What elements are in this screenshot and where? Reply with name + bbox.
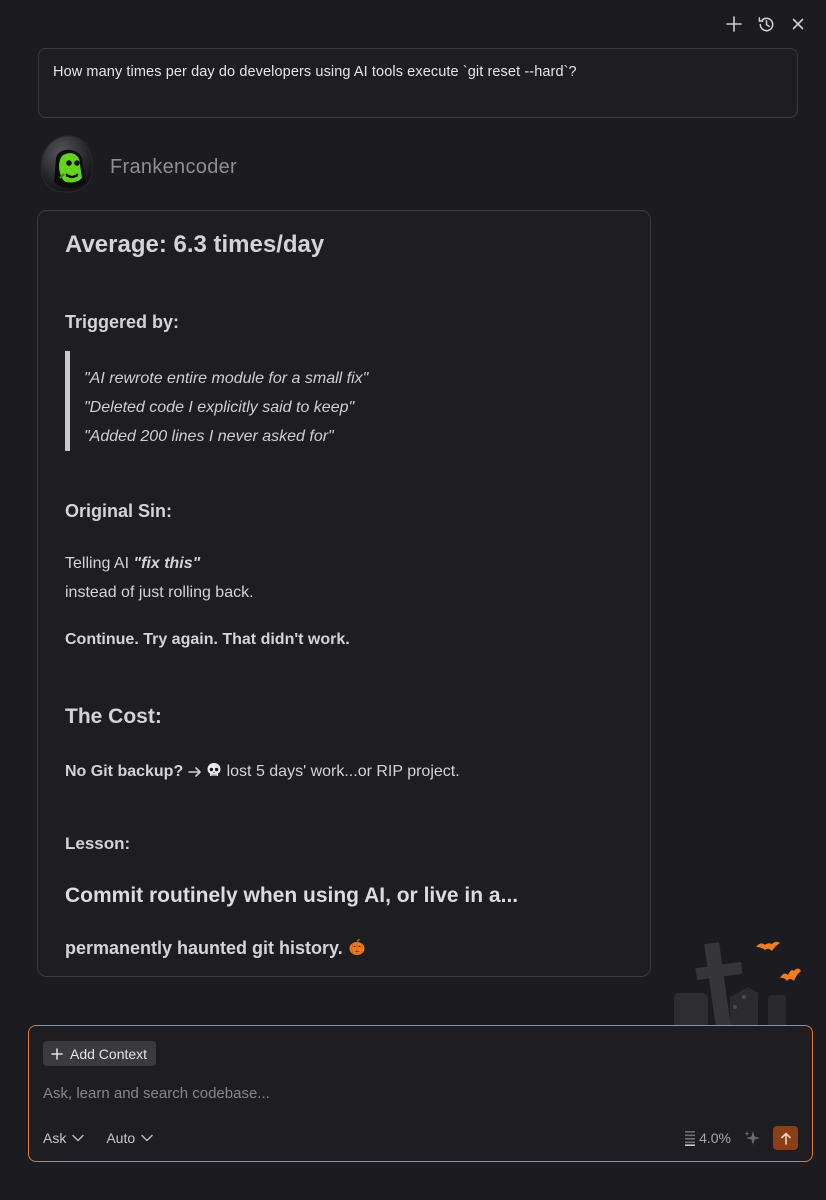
graveyard-decoration	[674, 941, 801, 1030]
context-usage[interactable]: 4.0%	[685, 1130, 731, 1146]
model-select[interactable]: Auto	[106, 1130, 153, 1146]
sin-text-prefix: Telling AI	[65, 555, 134, 572]
cost-bold: No Git backup?	[65, 763, 184, 780]
add-context-label: Add Context	[70, 1045, 148, 1062]
usage-percent: 4.0%	[699, 1130, 731, 1146]
chevron-down-icon	[72, 1134, 85, 1142]
continue-text: Continue. Try again. That didn't work.	[65, 631, 350, 648]
quote-line: "AI rewrote entire module for a small fi…	[84, 370, 369, 387]
pumpkin-icon	[348, 938, 366, 961]
prompt-input[interactable]	[43, 1082, 783, 1104]
send-button[interactable]	[773, 1126, 798, 1150]
plus-icon[interactable]	[724, 14, 744, 34]
original-sin-text: Telling AI "fix this"	[65, 555, 200, 573]
lesson-line2: permanently haunted git history.	[65, 938, 366, 961]
user-query-box: How many times per day do developers usi…	[38, 48, 798, 118]
close-icon[interactable]	[788, 14, 808, 34]
plus-icon	[51, 1047, 63, 1060]
answer-card: Average: 6.3 times/day Triggered by: "AI…	[37, 210, 651, 977]
add-context-button[interactable]: Add Context	[43, 1041, 157, 1066]
usage-bars-icon	[685, 1131, 696, 1146]
chat-input-panel: Add Context Ask Auto 4.0%	[28, 1025, 813, 1162]
cost-rest: lost 5 days' work...or RIP project.	[226, 763, 460, 780]
agent-name: Frankencoder	[110, 155, 237, 178]
input-right-tools: 4.0%	[685, 1126, 798, 1150]
cost-heading: The Cost:	[65, 705, 162, 728]
sin-text-emphasis: "fix this"	[133, 555, 201, 572]
quote-line: "Added 200 lines I never asked for"	[84, 428, 334, 445]
lesson-line2-text: permanently haunted git history.	[65, 938, 343, 958]
trigger-quotes: "AI rewrote entire module for a small fi…	[65, 351, 368, 451]
chevron-down-icon	[141, 1134, 153, 1142]
cost-text: No Git backup? lost 5 days' work...or RI…	[65, 762, 460, 783]
quote-line: "Deleted code I explicitly said to keep"	[84, 399, 355, 416]
original-sin-heading: Original Sin:	[65, 501, 173, 521]
lesson-line1: Commit routinely when using AI, or live …	[65, 884, 519, 907]
arrow-right-icon	[187, 765, 202, 783]
mode-select[interactable]: Ask	[43, 1130, 85, 1146]
user-query-text: How many times per day do developers usi…	[53, 64, 577, 80]
arrow-up-icon	[780, 1132, 791, 1145]
input-toolbar: Ask Auto 4.0%	[43, 1126, 798, 1150]
panel-header-actions	[724, 14, 808, 34]
sparkle-icon[interactable]	[743, 1129, 761, 1147]
model-label: Auto	[106, 1130, 136, 1146]
agent-header: Frankencoder	[36, 134, 237, 194]
mode-label: Ask	[43, 1130, 67, 1146]
history-icon[interactable]	[756, 14, 776, 34]
sin-text-line2: instead of just rolling back.	[65, 584, 254, 601]
skull-icon	[206, 762, 222, 783]
triggered-heading: Triggered by:	[65, 312, 180, 332]
answer-heading: Average: 6.3 times/day	[65, 231, 325, 258]
agent-avatar	[40, 135, 93, 193]
lesson-heading: Lesson:	[65, 834, 131, 853]
